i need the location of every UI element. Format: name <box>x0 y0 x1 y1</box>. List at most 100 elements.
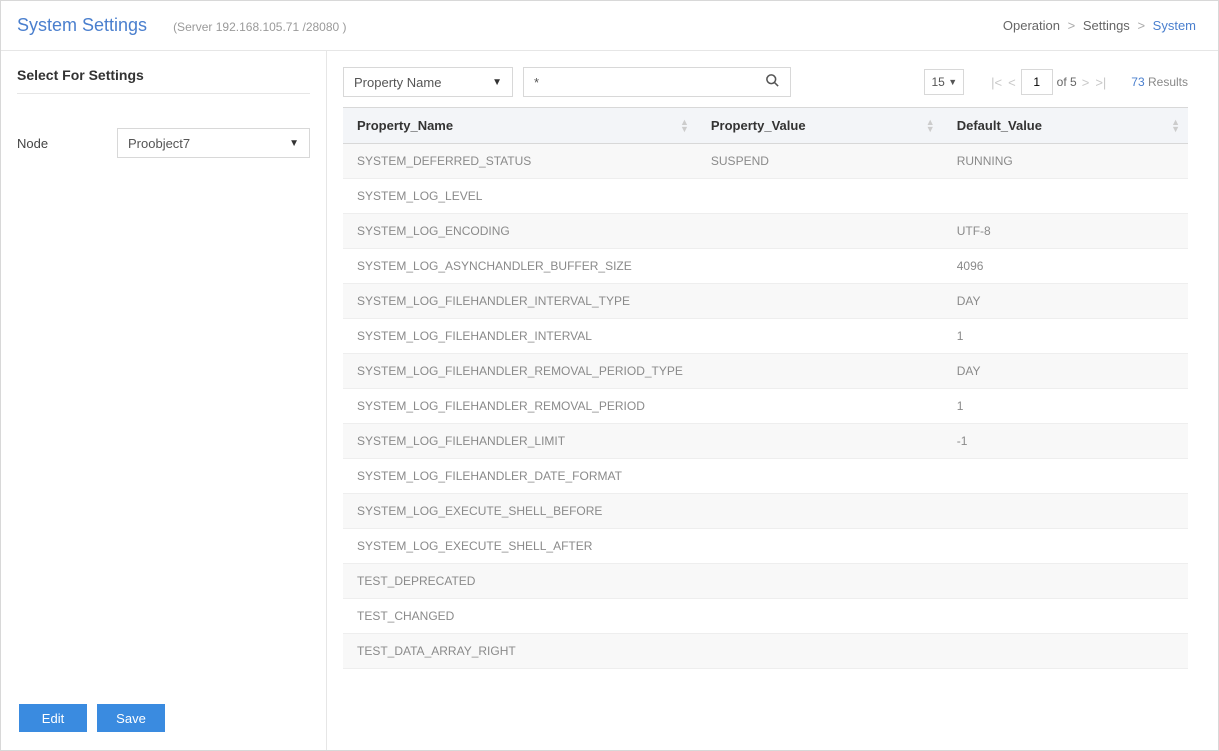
breadcrumb-operation[interactable]: Operation <box>1003 18 1060 33</box>
chevron-down-icon: ▼ <box>289 138 299 149</box>
cell-default: 4096 <box>943 249 1188 284</box>
cell-name: SYSTEM_LOG_FILEHANDLER_INTERVAL_TYPE <box>343 284 697 319</box>
save-button[interactable]: Save <box>97 704 165 732</box>
cell-name: SYSTEM_LOG_LEVEL <box>343 179 697 214</box>
table-row[interactable]: SYSTEM_LOG_LEVEL <box>343 179 1188 214</box>
cell-value <box>697 319 943 354</box>
table-row[interactable]: SYSTEM_DEFERRED_STATUSSUSPENDRUNNING <box>343 144 1188 179</box>
table-row[interactable]: SYSTEM_LOG_FILEHANDLER_REMOVAL_PERIOD 1 <box>343 389 1188 424</box>
cell-name: TEST_CHANGED <box>343 599 697 634</box>
cell-name: SYSTEM_LOG_ENCODING <box>343 214 697 249</box>
table-row[interactable]: SYSTEM_LOG_ASYNCHANDLER_BUFFER_SIZE 4096 <box>343 249 1188 284</box>
chevron-right-icon: > <box>1068 18 1076 33</box>
cell-value <box>697 389 943 424</box>
table-row[interactable]: SYSTEM_LOG_EXECUTE_SHELL_AFTER <box>343 529 1188 564</box>
first-page-button[interactable]: |< <box>990 75 1003 90</box>
table-row[interactable]: SYSTEM_LOG_ENCODING UTF-8 <box>343 214 1188 249</box>
cell-value: SUSPEND <box>697 144 943 179</box>
column-header-default[interactable]: Default_Value ▲▼ <box>943 108 1188 144</box>
chevron-right-icon: > <box>1137 18 1145 33</box>
node-select[interactable]: Proobject7 ▼ <box>117 128 310 158</box>
cell-value <box>697 424 943 459</box>
cell-default: RUNNING <box>943 144 1188 179</box>
search-input[interactable] <box>534 75 765 90</box>
table-row[interactable]: SYSTEM_LOG_EXECUTE_SHELL_BEFORE <box>343 494 1188 529</box>
cell-name: SYSTEM_LOG_ASYNCHANDLER_BUFFER_SIZE <box>343 249 697 284</box>
sort-icon[interactable]: ▲▼ <box>680 119 689 133</box>
cell-name: SYSTEM_LOG_FILEHANDLER_REMOVAL_PERIOD <box>343 389 697 424</box>
filter-select[interactable]: Property Name ▼ <box>343 67 513 97</box>
cell-default: UTF-8 <box>943 214 1188 249</box>
cell-default <box>943 564 1188 599</box>
sort-icon[interactable]: ▲▼ <box>926 119 935 133</box>
cell-name: SYSTEM_DEFERRED_STATUS <box>343 144 697 179</box>
page-of-label: of 5 <box>1057 75 1077 89</box>
filter-select-value: Property Name <box>354 75 441 90</box>
page-header: System Settings (Server 192.168.105.71 /… <box>1 1 1218 51</box>
cell-default <box>943 459 1188 494</box>
table-row[interactable]: SYSTEM_LOG_FILEHANDLER_INTERVAL 1 <box>343 319 1188 354</box>
search-box <box>523 67 791 97</box>
cell-name: TEST_DEPRECATED <box>343 564 697 599</box>
chevron-down-icon: ▼ <box>492 77 502 88</box>
cell-name: SYSTEM_LOG_FILEHANDLER_DATE_FORMAT <box>343 459 697 494</box>
cell-name: SYSTEM_LOG_FILEHANDLER_INTERVAL <box>343 319 697 354</box>
cell-name: SYSTEM_LOG_EXECUTE_SHELL_BEFORE <box>343 494 697 529</box>
edit-button[interactable]: Edit <box>19 704 87 732</box>
cell-name: SYSTEM_LOG_FILEHANDLER_LIMIT <box>343 424 697 459</box>
breadcrumb-system[interactable]: System <box>1153 18 1196 33</box>
cell-value <box>697 179 943 214</box>
cell-value <box>697 284 943 319</box>
breadcrumb-settings[interactable]: Settings <box>1083 18 1130 33</box>
server-info: (Server 192.168.105.71 /28080 ) <box>173 20 346 34</box>
cell-value <box>697 249 943 284</box>
cell-value <box>697 494 943 529</box>
prev-page-button[interactable]: < <box>1007 75 1017 90</box>
toolbar: Property Name ▼ 15 ▼ |< < <box>343 67 1188 97</box>
cell-default: -1 <box>943 424 1188 459</box>
cell-value <box>697 459 943 494</box>
column-header-name[interactable]: Property_Name ▲▼ <box>343 108 697 144</box>
cell-default <box>943 529 1188 564</box>
properties-table: Property_Name ▲▼ Property_Value ▲▼ Defau… <box>343 107 1188 669</box>
page-title: System Settings <box>17 15 147 36</box>
cell-default: 1 <box>943 389 1188 424</box>
cell-value <box>697 354 943 389</box>
results-count: 73 Results <box>1131 75 1188 89</box>
cell-value <box>697 599 943 634</box>
cell-name: TEST_DATA_ARRAY_RIGHT <box>343 634 697 669</box>
main-content: Property Name ▼ 15 ▼ |< < <box>327 51 1218 750</box>
sidebar-title: Select For Settings <box>17 67 310 94</box>
cell-value <box>697 529 943 564</box>
cell-default: DAY <box>943 284 1188 319</box>
cell-value <box>697 564 943 599</box>
table-row[interactable]: SYSTEM_LOG_FILEHANDLER_LIMIT -1 <box>343 424 1188 459</box>
breadcrumb: Operation > Settings > System <box>1003 18 1196 33</box>
sort-icon[interactable]: ▲▼ <box>1171 119 1180 133</box>
table-row[interactable]: TEST_DEPRECATED <box>343 564 1188 599</box>
table-row[interactable]: TEST_DATA_ARRAY_RIGHT <box>343 634 1188 669</box>
search-icon[interactable] <box>765 73 780 91</box>
column-header-value[interactable]: Property_Value ▲▼ <box>697 108 943 144</box>
cell-default <box>943 599 1188 634</box>
cell-value <box>697 634 943 669</box>
node-label: Node <box>17 136 117 151</box>
cell-default <box>943 494 1188 529</box>
cell-default: 1 <box>943 319 1188 354</box>
table-row[interactable]: TEST_CHANGED <box>343 599 1188 634</box>
cell-name: SYSTEM_LOG_EXECUTE_SHELL_AFTER <box>343 529 697 564</box>
page-size-select[interactable]: 15 ▼ <box>924 69 964 95</box>
last-page-button[interactable]: >| <box>1094 75 1107 90</box>
sidebar: Select For Settings Node Proobject7 ▼ Ed… <box>1 51 327 750</box>
cell-default: DAY <box>943 354 1188 389</box>
page-input[interactable] <box>1021 69 1053 95</box>
cell-default <box>943 634 1188 669</box>
cell-value <box>697 214 943 249</box>
next-page-button[interactable]: > <box>1081 75 1091 90</box>
table-row[interactable]: SYSTEM_LOG_FILEHANDLER_INTERVAL_TYPE DAY <box>343 284 1188 319</box>
cell-default <box>943 179 1188 214</box>
pager: |< < of 5 > >| <box>990 69 1107 95</box>
table-row[interactable]: SYSTEM_LOG_FILEHANDLER_REMOVAL_PERIOD_TY… <box>343 354 1188 389</box>
cell-name: SYSTEM_LOG_FILEHANDLER_REMOVAL_PERIOD_TY… <box>343 354 697 389</box>
table-row[interactable]: SYSTEM_LOG_FILEHANDLER_DATE_FORMAT <box>343 459 1188 494</box>
